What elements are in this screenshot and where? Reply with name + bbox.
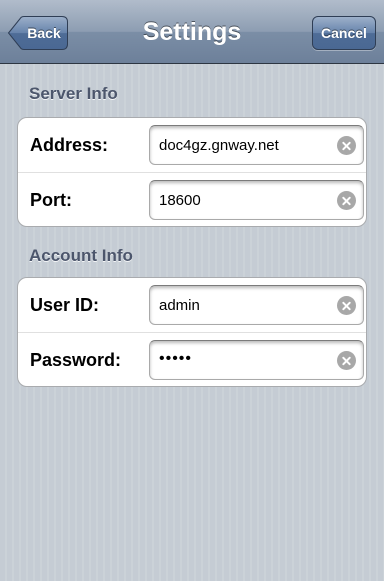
clear-x-icon[interactable] [337, 191, 356, 210]
server-info-header: Server Info [29, 84, 118, 103]
password-label: Password: [30, 350, 122, 370]
clear-x-icon[interactable] [337, 136, 356, 155]
port-field[interactable]: 18600 [149, 180, 364, 220]
server-info-group: Address: doc4gz.gnway.net Port: 18600 [17, 117, 367, 227]
address-field[interactable]: doc4gz.gnway.net [149, 125, 364, 165]
cancel-button[interactable]: Cancel [312, 16, 376, 50]
account-info-header: Account Info [29, 246, 133, 265]
port-row: Port: 18600 [18, 172, 366, 226]
password-field[interactable]: ••••• [149, 340, 364, 380]
address-value: doc4gz.gnway.net [159, 137, 279, 154]
userid-field[interactable]: admin [149, 285, 364, 325]
port-label: Port: [30, 190, 72, 210]
navigation-bar: Back Settings Cancel [0, 0, 384, 64]
userid-label: User ID: [30, 295, 100, 315]
port-value: 18600 [159, 192, 201, 209]
address-row: Address: doc4gz.gnway.net [18, 118, 366, 172]
password-mask: ••••• [159, 350, 193, 367]
account-info-group: User ID: admin Password: ••••• [17, 277, 367, 387]
password-row: Password: ••••• [18, 332, 366, 386]
address-label: Address: [30, 135, 109, 155]
clear-x-icon[interactable] [337, 351, 356, 370]
userid-value: admin [159, 297, 200, 314]
userid-row: User ID: admin [18, 278, 366, 332]
back-button-label: Back [27, 25, 61, 41]
back-button[interactable]: Back [8, 16, 68, 50]
clear-x-icon[interactable] [337, 296, 356, 315]
